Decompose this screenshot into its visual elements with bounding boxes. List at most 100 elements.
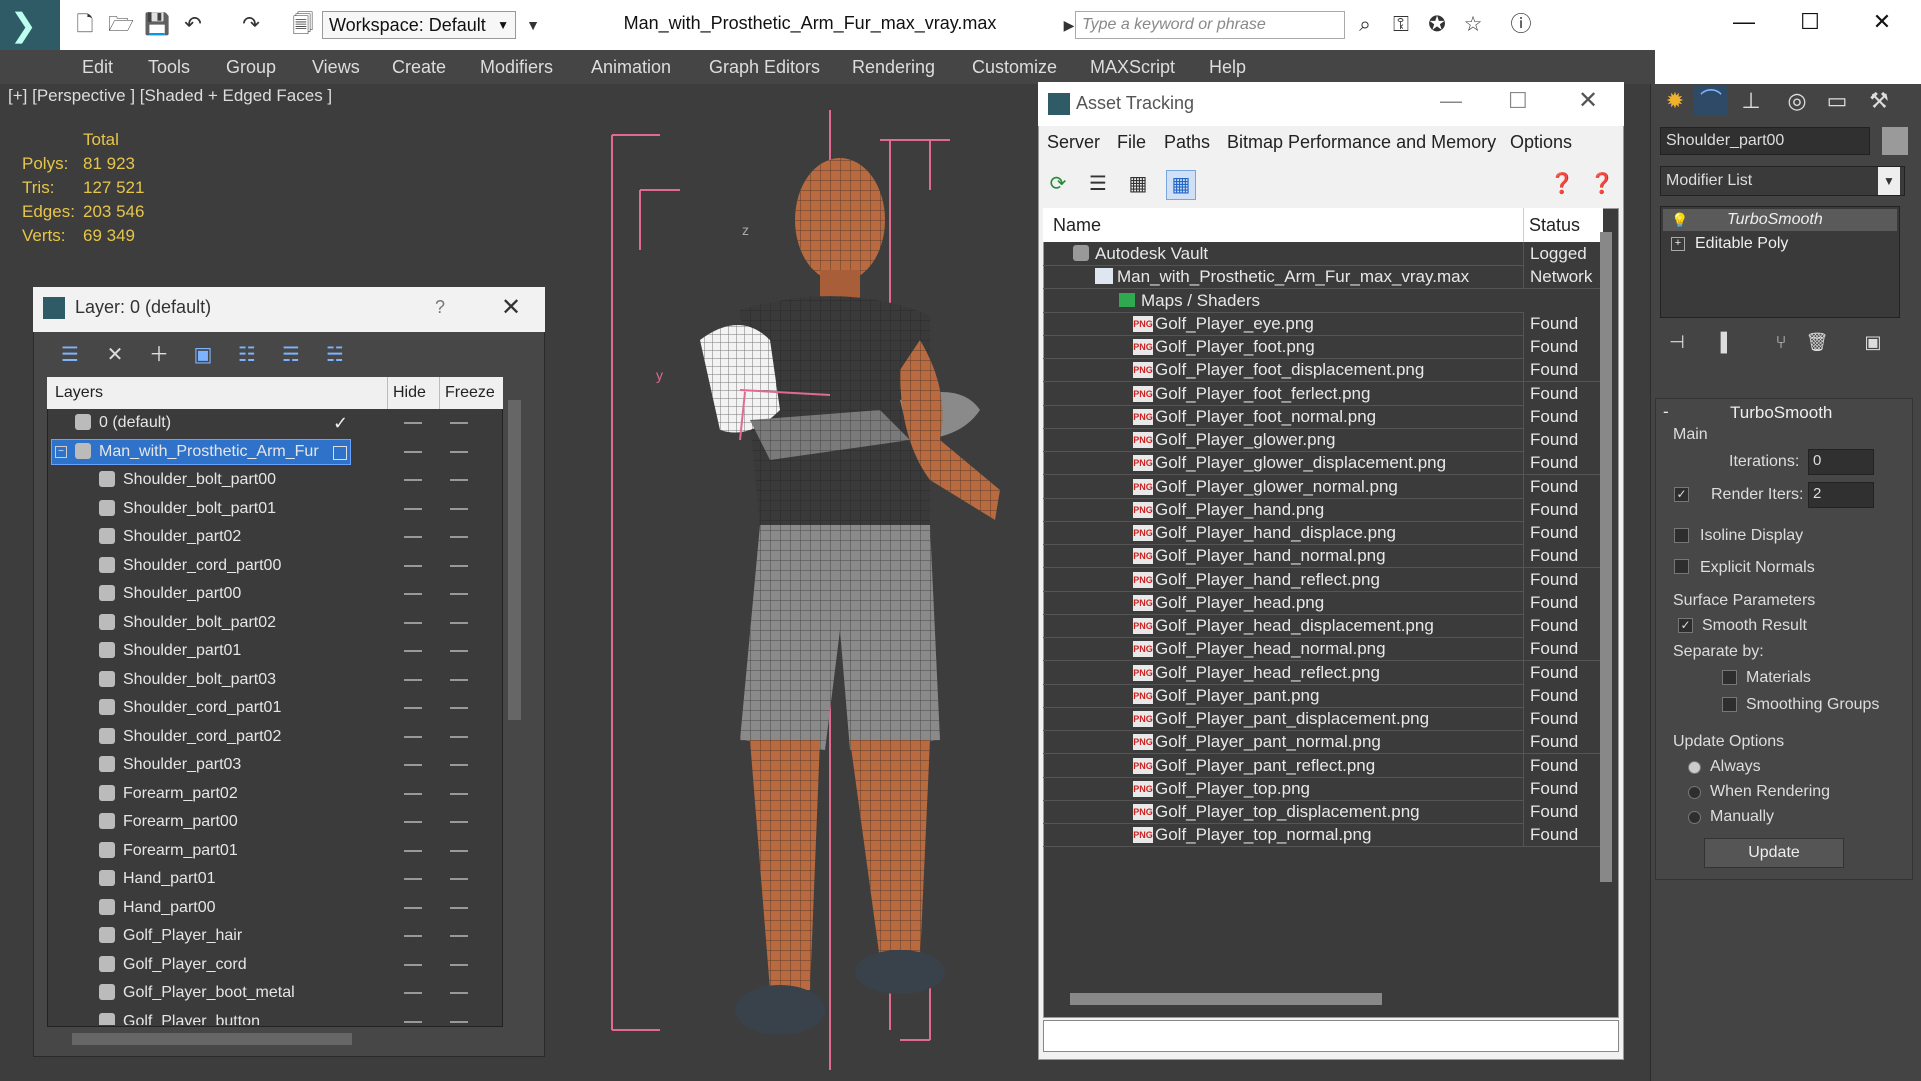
asset-row[interactable]: PNG Golf_Player_pant.png Found bbox=[1043, 683, 1603, 708]
layer-row[interactable]: Hand_part00 bbox=[47, 894, 503, 922]
layer-row[interactable]: Golf_Player_hair bbox=[47, 922, 503, 950]
asset-row[interactable]: PNG Golf_Player_hand.png Found bbox=[1043, 497, 1603, 522]
layer-row[interactable]: Forearm_part01 bbox=[47, 837, 503, 865]
hierarchy-tab-icon[interactable]: ⊥ bbox=[1734, 86, 1768, 116]
at-menu-paths[interactable]: Paths bbox=[1164, 132, 1210, 153]
menu-tools[interactable]: Tools bbox=[148, 50, 190, 84]
asset-row[interactable]: PNG Golf_Player_pant_normal.png Found bbox=[1043, 730, 1603, 755]
close-icon[interactable]: ✕ bbox=[501, 293, 521, 322]
layer-row[interactable]: Shoulder_part00 bbox=[47, 580, 503, 608]
smoothing-groups-checkbox[interactable] bbox=[1722, 697, 1737, 712]
help-disabled-icon[interactable]: ❓ bbox=[1588, 170, 1616, 198]
help-question-icon[interactable]: ? bbox=[435, 297, 445, 318]
layer-row[interactable]: Hand_part01 bbox=[47, 865, 503, 893]
asset-row[interactable]: Autodesk Vault Logged bbox=[1043, 242, 1603, 266]
help-bubble-icon[interactable]: ❓ bbox=[1548, 170, 1576, 198]
expand-icon[interactable]: + bbox=[1671, 237, 1685, 251]
when-rendering-radio[interactable] bbox=[1688, 786, 1701, 799]
key-icon[interactable]: ⚿ bbox=[1388, 12, 1414, 38]
always-radio[interactable] bbox=[1688, 761, 1701, 774]
freeze-toggle[interactable] bbox=[450, 992, 468, 994]
remove-modifier-icon[interactable]: 🗑 bbox=[1800, 327, 1834, 357]
asset-row[interactable]: PNG Golf_Player_head.png Found bbox=[1043, 590, 1603, 615]
hide-toggle[interactable] bbox=[404, 507, 422, 510]
add-to-layer-icon[interactable]: ＋ bbox=[144, 340, 174, 370]
maximize-icon[interactable]: ☐ bbox=[1790, 6, 1830, 38]
asset-row[interactable]: PNG Golf_Player_glower_normal.png Found bbox=[1043, 474, 1603, 499]
viewport-label[interactable]: [+] [Perspective ] [Shaded + Edged Faces… bbox=[8, 86, 332, 106]
update-button[interactable]: Update bbox=[1704, 838, 1844, 868]
object-color-swatch[interactable] bbox=[1882, 127, 1908, 155]
project-folder-icon[interactable]: 🗐 bbox=[290, 12, 316, 38]
asset-row[interactable]: Maps / Shaders bbox=[1043, 289, 1603, 313]
hide-toggle[interactable] bbox=[404, 650, 422, 652]
close-icon[interactable]: ✕ bbox=[1578, 86, 1598, 115]
hide-toggle[interactable] bbox=[404, 992, 422, 994]
modify-tab-icon[interactable]: ⌒ bbox=[1694, 86, 1728, 116]
freeze-toggle[interactable] bbox=[450, 821, 468, 823]
asset-row[interactable]: PNG Golf_Player_head_displacement.png Foun… bbox=[1043, 614, 1603, 638]
open-file-icon[interactable]: 🗁 bbox=[108, 12, 134, 38]
menu-edit[interactable]: Edit bbox=[82, 50, 113, 84]
col-freeze[interactable]: Freeze bbox=[445, 384, 495, 402]
asset-row[interactable]: PNG Golf_Player_top_displacement.png Found bbox=[1043, 800, 1603, 824]
asset-row[interactable]: PNG Golf_Player_top_normal.png Found bbox=[1043, 823, 1603, 848]
hide-toggle[interactable] bbox=[404, 792, 422, 795]
layer-row[interactable]: − Man_with_Prosthetic_Arm_Fur bbox=[47, 438, 503, 466]
layer-row[interactable]: Forearm_part00 bbox=[47, 808, 503, 836]
table-view-icon[interactable]: ▦ bbox=[1166, 170, 1196, 200]
asset-row[interactable]: PNG Golf_Player_top.png Found bbox=[1043, 776, 1603, 801]
at-menu-options[interactable]: Options bbox=[1510, 132, 1572, 153]
freeze-toggle[interactable] bbox=[450, 707, 468, 709]
freeze-toggle[interactable] bbox=[450, 450, 468, 453]
at-menu-file[interactable]: File bbox=[1117, 132, 1146, 153]
asset-row[interactable]: PNG Golf_Player_glower.png Found bbox=[1043, 428, 1603, 452]
hide-toggle[interactable] bbox=[404, 564, 422, 567]
menu-animation[interactable]: Animation bbox=[591, 50, 671, 84]
layer-row[interactable]: Shoulder_cord_part00 bbox=[47, 552, 503, 580]
modifier-stack[interactable]: 💡 TurboSmooth + Editable Poly bbox=[1660, 206, 1900, 318]
create-tab-icon[interactable]: ✹ bbox=[1658, 86, 1692, 116]
col-layers[interactable]: Layers bbox=[55, 384, 103, 402]
redo-icon[interactable]: ↷ bbox=[238, 12, 264, 38]
hide-toggle[interactable] bbox=[404, 621, 422, 624]
asset-path-field[interactable] bbox=[1043, 1020, 1619, 1052]
materials-checkbox[interactable] bbox=[1722, 670, 1737, 685]
menu-maxscript[interactable]: MAXScript bbox=[1090, 50, 1175, 84]
freeze-toggle[interactable] bbox=[450, 507, 468, 510]
menu-graph-editors[interactable]: Graph Editors bbox=[709, 50, 820, 84]
lightbulb-icon[interactable]: 💡 bbox=[1671, 209, 1688, 231]
layer-row[interactable]: Golf_Player_cord bbox=[47, 951, 503, 979]
favorites-star-icon[interactable]: ☆ bbox=[1460, 12, 1486, 38]
menu-customize[interactable]: Customize bbox=[972, 50, 1057, 84]
freeze-toggle[interactable] bbox=[450, 906, 468, 909]
utilities-tab-icon[interactable]: ⚒ bbox=[1862, 86, 1896, 116]
freeze-toggle[interactable] bbox=[450, 792, 468, 795]
explicit-normals-checkbox[interactable] bbox=[1674, 559, 1689, 574]
layer-row[interactable]: 0 (default) ✓ bbox=[47, 409, 503, 437]
asset-row[interactable]: PNG Golf_Player_foot_displacement.png Foun… bbox=[1043, 358, 1603, 383]
asset-row[interactable]: Man_with_Prosthetic_Arm_Fur_max_vray.max… bbox=[1043, 265, 1603, 290]
hide-toggle[interactable] bbox=[404, 707, 422, 709]
menu-group[interactable]: Group bbox=[226, 50, 276, 84]
freeze-toggle[interactable] bbox=[450, 564, 468, 567]
layer-explorer-titlebar[interactable]: Layer: 0 (default) ? ✕ bbox=[33, 287, 545, 332]
col-name[interactable]: Name bbox=[1053, 215, 1101, 236]
iterations-spinner[interactable]: 0 bbox=[1808, 449, 1874, 475]
maximize-icon[interactable]: ☐ bbox=[1508, 88, 1528, 114]
hide-toggle[interactable] bbox=[404, 735, 422, 738]
col-hide[interactable]: Hide bbox=[393, 384, 426, 402]
layer-row[interactable]: Golf_Player_button bbox=[47, 1008, 503, 1025]
layer-row[interactable]: Shoulder_bolt_part02 bbox=[47, 609, 503, 637]
hide-toggle[interactable] bbox=[404, 878, 422, 880]
asset-row[interactable]: PNG Golf_Player_pant_displacement.png Foun… bbox=[1043, 707, 1603, 731]
binoculars-icon[interactable]: ⌕ bbox=[1352, 12, 1378, 38]
render-iters-spinner[interactable]: 2 bbox=[1808, 482, 1874, 508]
freeze-toggle[interactable] bbox=[450, 593, 468, 595]
hide-toggle[interactable] bbox=[404, 1020, 422, 1023]
render-iters-checkbox[interactable]: ✓ bbox=[1674, 487, 1689, 502]
hide-toggle[interactable] bbox=[404, 678, 422, 681]
hide-toggle[interactable] bbox=[404, 536, 422, 538]
new-file-icon[interactable]: 🗋 bbox=[72, 12, 98, 38]
list-view-icon[interactable]: ☰ bbox=[1084, 170, 1112, 198]
